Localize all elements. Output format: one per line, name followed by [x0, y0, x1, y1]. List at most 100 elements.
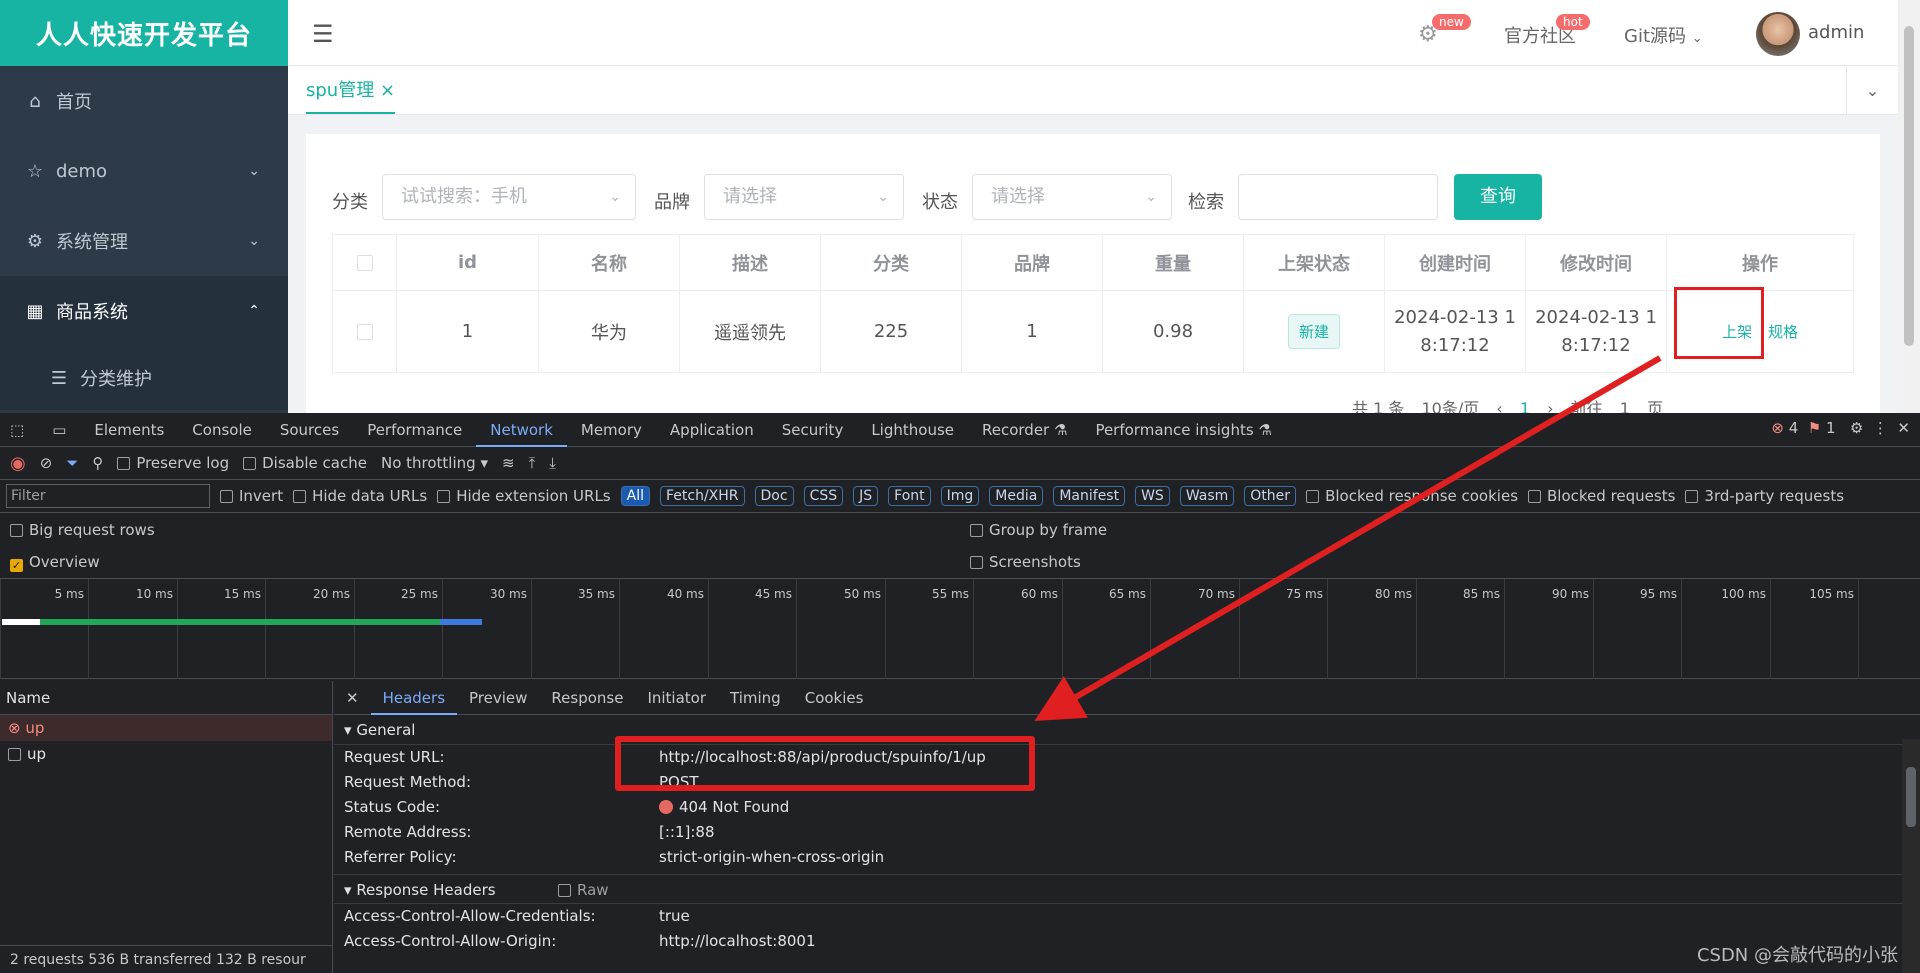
- type-wasm[interactable]: Wasm: [1179, 486, 1235, 506]
- clear-icon[interactable]: ⊘: [40, 454, 53, 472]
- close-detail-icon[interactable]: ✕: [334, 681, 371, 715]
- tab-performance[interactable]: Performance: [353, 413, 476, 447]
- tabs-dropdown-icon[interactable]: ⌄: [1846, 66, 1898, 115]
- sidebar-item-category[interactable]: ☰ 分类维护: [0, 346, 288, 410]
- screenshots-checkbox[interactable]: Screenshots: [970, 553, 1081, 571]
- tab-console[interactable]: Console: [178, 413, 266, 447]
- disable-cache-checkbox[interactable]: Disable cache: [243, 454, 367, 472]
- type-media[interactable]: Media: [989, 486, 1044, 506]
- search-input[interactable]: [1238, 174, 1438, 220]
- filter-input[interactable]: Filter: [6, 484, 210, 508]
- download-icon[interactable]: ⤓: [549, 454, 556, 472]
- network-timeline[interactable]: 5 ms 10 ms 15 ms 20 ms 25 ms 30 ms 35 ms…: [0, 579, 1920, 679]
- tab-application[interactable]: Application: [656, 413, 768, 447]
- search-icon[interactable]: ⚲: [92, 454, 103, 472]
- issue-count[interactable]: 1: [1826, 419, 1836, 437]
- blocked-requests-checkbox[interactable]: Blocked requests: [1528, 487, 1675, 505]
- type-img[interactable]: Img: [940, 486, 980, 506]
- type-ws[interactable]: WS: [1135, 486, 1170, 506]
- list-item[interactable]: ⊗ up: [0, 715, 332, 741]
- type-js[interactable]: JS: [853, 486, 879, 506]
- third-party-label: 3rd-party requests: [1704, 487, 1845, 505]
- avatar[interactable]: [1756, 12, 1800, 56]
- settings-gear-icon[interactable]: ⚙: [1850, 419, 1863, 437]
- tab-memory[interactable]: Memory: [567, 413, 656, 447]
- device-toolbar-icon[interactable]: ▭: [38, 413, 80, 447]
- close-devtools-icon[interactable]: ✕: [1897, 419, 1910, 437]
- tab-network[interactable]: Network: [476, 413, 567, 447]
- more-icon[interactable]: ⋮: [1873, 419, 1888, 437]
- brand-select[interactable]: 请选择 ⌄: [704, 174, 904, 220]
- type-fetch[interactable]: Fetch/XHR: [659, 486, 745, 506]
- preserve-log-checkbox[interactable]: Preserve log: [117, 454, 229, 472]
- hide-ext-urls-checkbox[interactable]: Hide extension URLs: [437, 487, 611, 505]
- error-count[interactable]: 4: [1789, 419, 1799, 437]
- community-link[interactable]: 官方社区 hot: [1504, 14, 1590, 48]
- row-checkbox[interactable]: [356, 324, 373, 340]
- tab-timing[interactable]: Timing: [718, 681, 793, 715]
- filter-icon[interactable]: ⏷: [66, 454, 78, 472]
- type-css[interactable]: CSS: [803, 486, 844, 506]
- tab-preview[interactable]: Preview: [457, 681, 539, 715]
- user-name[interactable]: admin: [1808, 22, 1864, 43]
- scrollbar-thumb[interactable]: [1904, 26, 1914, 346]
- type-doc[interactable]: Doc: [754, 486, 794, 506]
- scrollbar-thumb[interactable]: [1906, 767, 1916, 827]
- third-party-checkbox[interactable]: 3rd-party requests: [1685, 487, 1844, 505]
- record-icon[interactable]: ◉: [10, 453, 26, 474]
- hamburger-icon[interactable]: ☰: [312, 20, 334, 48]
- header-value: strict-origin-when-cross-origin: [659, 848, 885, 866]
- tab-lighthouse[interactable]: Lighthouse: [857, 413, 968, 447]
- throttling-select[interactable]: No throttling ▾: [381, 454, 488, 472]
- table-row: 1 华为 遥遥领先 225 1 0.98 新建 2024-02-13 1 8:17…: [332, 290, 1854, 373]
- big-rows-checkbox[interactable]: Big request rows: [10, 521, 155, 539]
- tab-spu[interactable]: spu管理 ×: [306, 76, 396, 114]
- response-headers-section[interactable]: ▾ Response Headers Raw: [334, 874, 1920, 904]
- spec-link[interactable]: 规格: [1768, 323, 1798, 341]
- sidebar-item-home[interactable]: ⌂ 首页: [0, 66, 288, 136]
- status-select[interactable]: 请选择 ⌄: [972, 174, 1172, 220]
- close-icon[interactable]: ×: [380, 80, 395, 101]
- upload-icon[interactable]: ⤒: [529, 454, 536, 472]
- tick-label: 35 ms: [577, 587, 615, 601]
- wifi-icon[interactable]: ≋: [502, 454, 515, 472]
- hide-data-urls-checkbox[interactable]: Hide data URLs: [293, 487, 427, 505]
- settings-button[interactable]: ⚙ new: [1418, 14, 1471, 47]
- tick-label: 80 ms: [1374, 587, 1412, 601]
- checkbox-box: [220, 490, 233, 503]
- timeline-tick: 105 ms: [1770, 579, 1858, 679]
- invert-checkbox[interactable]: Invert: [220, 487, 283, 505]
- select-all-checkbox[interactable]: [356, 255, 373, 271]
- sidebar-item-product[interactable]: ▦ 商品系统 ⌃: [0, 276, 288, 346]
- tab-recorder[interactable]: Recorder ⚗: [968, 413, 1081, 447]
- tab-sources[interactable]: Sources: [266, 413, 353, 447]
- tab-elements[interactable]: Elements: [80, 413, 178, 447]
- type-manifest[interactable]: Manifest: [1053, 486, 1126, 506]
- inspect-icon[interactable]: ⬚: [0, 413, 38, 447]
- general-section[interactable]: ▾ General: [334, 715, 1920, 745]
- overview-checkbox[interactable]: ✓ Overview: [10, 553, 100, 572]
- raw-checkbox[interactable]: Raw: [558, 875, 609, 905]
- type-other[interactable]: Other: [1244, 486, 1297, 506]
- request-list-header[interactable]: Name: [0, 681, 332, 715]
- page-scrollbar[interactable]: [1898, 0, 1920, 413]
- detail-scrollbar[interactable]: [1902, 739, 1920, 973]
- type-font[interactable]: Font: [888, 486, 931, 506]
- tab-cookies[interactable]: Cookies: [793, 681, 876, 715]
- group-frame-checkbox[interactable]: Group by frame: [970, 521, 1107, 539]
- tab-initiator[interactable]: Initiator: [635, 681, 718, 715]
- tab-headers[interactable]: Headers: [370, 681, 458, 715]
- git-link[interactable]: Git源码 ⌄: [1624, 22, 1703, 48]
- sidebar-item-demo[interactable]: ☆ demo ⌄: [0, 136, 288, 206]
- list-item[interactable]: up: [0, 741, 332, 767]
- hot-badge: hot: [1556, 14, 1590, 30]
- query-button[interactable]: 查询: [1454, 174, 1542, 220]
- sidebar-item-system[interactable]: ⚙ 系统管理 ⌄: [0, 206, 288, 276]
- tab-security[interactable]: Security: [768, 413, 858, 447]
- tab-performance-insights[interactable]: Performance insights ⚗: [1081, 413, 1285, 447]
- category-select[interactable]: 试试搜索：手机 ⌄: [382, 174, 636, 220]
- timeline-tick: 70 ms: [1150, 579, 1239, 679]
- type-all[interactable]: All: [620, 486, 650, 506]
- blocked-cookies-checkbox[interactable]: Blocked response cookies: [1306, 487, 1518, 505]
- tab-response[interactable]: Response: [539, 681, 635, 715]
